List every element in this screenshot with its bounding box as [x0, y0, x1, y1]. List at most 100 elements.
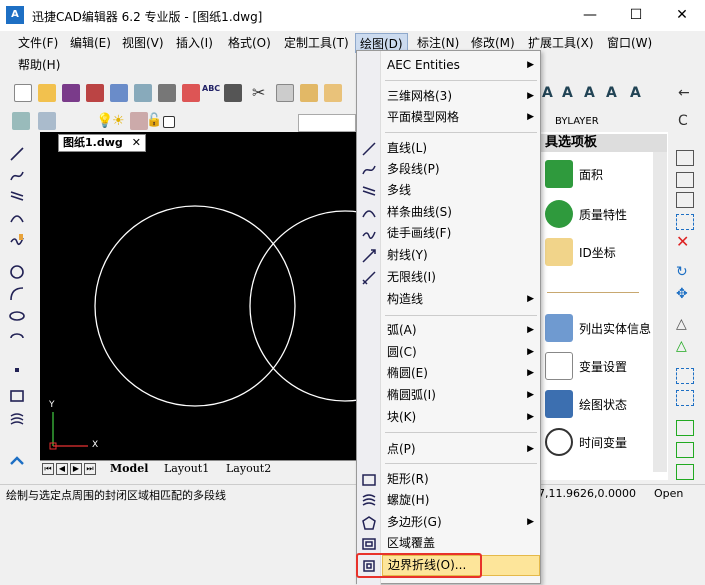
menu-window[interactable]: 窗口(W): [603, 33, 656, 53]
tool-id-coordinate[interactable]: ID坐标: [545, 236, 665, 270]
helix-tool-icon[interactable]: [8, 412, 26, 428]
first-layout-icon[interactable]: ⏮: [42, 463, 54, 475]
close-button[interactable]: ✕: [659, 0, 705, 31]
rotate-icon[interactable]: ↻: [676, 264, 694, 280]
freehand-tool-icon[interactable]: [8, 232, 26, 248]
extend-icon[interactable]: [676, 420, 694, 436]
draw-menu-item-3d-mesh[interactable]: 三维网格(3) ▶: [382, 86, 540, 107]
join-icon[interactable]: [676, 464, 694, 480]
polyline-tool-icon[interactable]: [8, 168, 26, 184]
linetype-bylayer[interactable]: BYLAYER: [555, 114, 650, 130]
multiline-tool-icon[interactable]: [8, 188, 26, 204]
draw-menu-item-point[interactable]: 点(P) ▶: [382, 439, 540, 460]
color-select[interactable]: [298, 114, 356, 132]
point-tool-icon[interactable]: [8, 362, 26, 378]
tool-mass-properties[interactable]: 质量特性: [545, 198, 665, 232]
draw-menu-item-spline[interactable]: 样条曲线(S): [382, 202, 540, 223]
array-icon[interactable]: △: [676, 316, 694, 332]
open-status[interactable]: Open: [654, 487, 683, 500]
publish-icon[interactable]: [182, 84, 200, 102]
circle-entity-1[interactable]: [94, 205, 296, 407]
layer-state-icon[interactable]: [38, 112, 56, 130]
plot-icon[interactable]: [158, 84, 176, 102]
redraw-tool-icon[interactable]: [8, 454, 26, 470]
close-tab-icon[interactable]: ✕: [132, 135, 141, 151]
tool-drawing-status[interactable]: 绘图状态: [545, 388, 665, 422]
lock-icon[interactable]: 🔓: [146, 112, 164, 130]
draw-menu-item-ellipse[interactable]: 椭圆(E) ▶: [382, 363, 540, 384]
text-justify-icon[interactable]: A: [630, 84, 648, 102]
layer-manager-icon[interactable]: [12, 112, 30, 130]
cut-icon[interactable]: ✂: [252, 84, 270, 102]
scale-icon[interactable]: △: [676, 338, 694, 354]
copy-icon[interactable]: [276, 84, 294, 102]
arc-tool-icon[interactable]: [8, 286, 26, 302]
menu-file[interactable]: 文件(F): [14, 33, 62, 53]
text-style-icon[interactable]: A: [542, 84, 560, 102]
draw-menu-item-aec-entities[interactable]: AEC Entities ▶: [382, 55, 540, 76]
rectangle-tool-icon[interactable]: [8, 388, 26, 404]
tool-set-variable[interactable]: 变量设置: [545, 350, 665, 384]
print-icon[interactable]: [134, 84, 152, 102]
draw-menu-item-wipeout[interactable]: 区域覆盖: [382, 533, 540, 554]
paste-special-icon[interactable]: [324, 84, 342, 102]
draw-menu-item-construction-line[interactable]: 构造线 ▶: [382, 289, 540, 310]
palette-scrollbar[interactable]: [653, 152, 667, 472]
move-icon[interactable]: ✥: [676, 286, 694, 302]
maximize-button[interactable]: ☐: [613, 0, 659, 31]
prev-layout-icon[interactable]: ◀: [56, 463, 68, 475]
tool-area[interactable]: 面积: [545, 158, 665, 192]
draw-menu-item-ellipse-arc[interactable]: 椭圆弧(I) ▶: [382, 385, 540, 406]
draw-menu-item-line[interactable]: 直线(L): [382, 138, 540, 159]
menu-view[interactable]: 视图(V): [118, 33, 168, 53]
draw-menu-item-polyline[interactable]: 多段线(P): [382, 159, 540, 180]
find-icon[interactable]: [224, 84, 242, 102]
draw-menu-item-planar-mesh[interactable]: 平面模型网格 ▶: [382, 107, 540, 128]
mtext-icon[interactable]: A: [584, 84, 602, 102]
draw-menu-item-infinite-line[interactable]: 无限线(I): [382, 267, 540, 288]
next-layout-icon[interactable]: ▶: [70, 463, 82, 475]
text-edit-icon[interactable]: A: [562, 84, 580, 102]
draw-menu-item-multiline[interactable]: 多线: [382, 180, 540, 201]
draw-menu-item-circle[interactable]: 圆(C) ▶: [382, 342, 540, 363]
arrow-left-icon[interactable]: ←: [678, 84, 696, 102]
tool-time-variable[interactable]: 时间变量: [545, 426, 665, 460]
menu-custom-tools[interactable]: 定制工具(T): [280, 33, 353, 53]
refresh-icon[interactable]: C: [678, 112, 696, 130]
ellipse-tool-icon[interactable]: [8, 308, 26, 324]
tab-layout1[interactable]: Layout1: [164, 462, 209, 475]
erase-icon[interactable]: [676, 150, 694, 166]
draw-menu-item-polygon[interactable]: 多边形(G) ▶: [382, 512, 540, 533]
paste-icon[interactable]: [300, 84, 318, 102]
text-scale-icon[interactable]: A: [606, 84, 624, 102]
open-folder-icon[interactable]: [38, 84, 56, 102]
draw-menu-item-ray[interactable]: 射线(Y): [382, 245, 540, 266]
delete-icon[interactable]: ✕: [676, 234, 694, 250]
break-icon[interactable]: [676, 442, 694, 458]
trim-icon[interactable]: [676, 390, 694, 406]
stretch-icon[interactable]: [676, 368, 694, 384]
menu-help[interactable]: 帮助(H): [14, 55, 64, 75]
ellipse-arc-tool-icon[interactable]: [8, 330, 26, 346]
menu-edit[interactable]: 编辑(E): [66, 33, 115, 53]
minimize-button[interactable]: —: [567, 0, 613, 31]
mirror-icon[interactable]: [676, 192, 694, 208]
offset-icon[interactable]: [676, 214, 694, 230]
sun-icon[interactable]: ☀: [112, 112, 130, 130]
save-icon[interactable]: [62, 84, 80, 102]
menu-insert[interactable]: 插入(I): [172, 33, 217, 53]
print-preview-icon[interactable]: [110, 84, 128, 102]
circle-tool-icon[interactable]: [8, 264, 26, 280]
circle-entity-2[interactable]: [249, 210, 360, 402]
last-layout-icon[interactable]: ⏭: [84, 463, 96, 475]
draw-menu-item-arc[interactable]: 弧(A) ▶: [382, 320, 540, 341]
tool-list-entity[interactable]: 列出实体信息: [545, 312, 665, 346]
line-tool-icon[interactable]: [8, 146, 26, 162]
layer-color-swatch[interactable]: [163, 116, 175, 128]
draw-menu-item-block[interactable]: 块(K) ▶: [382, 407, 540, 428]
spellcheck-icon[interactable]: ABC: [202, 84, 220, 102]
new-file-icon[interactable]: [14, 84, 32, 102]
copy-object-icon[interactable]: [676, 172, 694, 188]
document-tab[interactable]: 图纸1.dwg ✕: [58, 134, 146, 152]
tab-layout2[interactable]: Layout2: [226, 462, 271, 475]
